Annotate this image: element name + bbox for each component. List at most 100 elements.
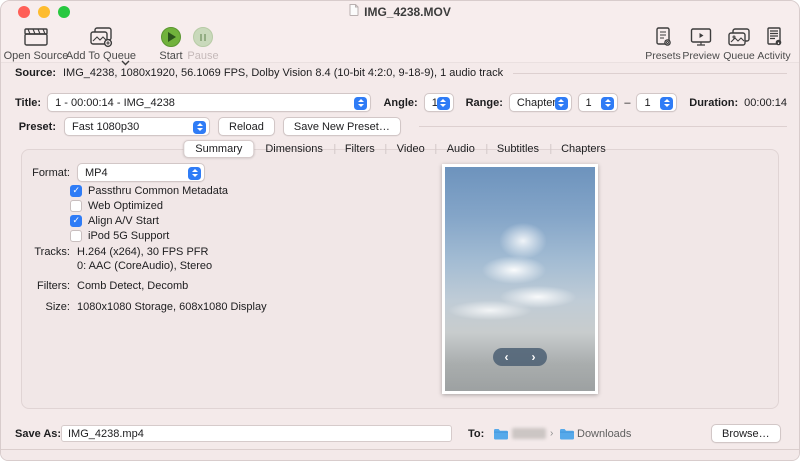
checkbox-icon[interactable] — [70, 215, 82, 227]
save-new-preset-button[interactable]: Save New Preset… — [283, 117, 401, 136]
checkbox-align-av-start[interactable]: Align A/V Start — [70, 213, 228, 228]
checkbox-icon[interactable] — [70, 230, 82, 242]
checkbox-icon[interactable] — [70, 185, 82, 197]
tab-filters[interactable]: Filters — [334, 140, 386, 158]
filters-label: Filters: — [22, 280, 70, 294]
checkbox-label: Align A/V Start — [88, 215, 159, 227]
size-row: Size: 1080x1080 Storage, 608x1080 Displa… — [22, 301, 267, 315]
title-popup-value: 1 - 00:00:14 - IMG_4238 — [55, 97, 175, 109]
source-label: Source: — [15, 67, 56, 79]
size-label: Size: — [22, 301, 70, 315]
format-row: Format: MP4 — [22, 163, 205, 182]
clapperboard-icon — [23, 25, 49, 49]
pause-label: Pause — [187, 50, 218, 62]
source-value: IMG_4238, 1080x1920, 56.1069 FPS, Dolby … — [63, 67, 503, 79]
popup-stepper-icon — [437, 97, 450, 110]
path-separator: › — [550, 428, 553, 439]
format-options: Passthru Common Metadata Web Optimized A… — [70, 183, 228, 243]
checkbox-passthru-metadata[interactable]: Passthru Common Metadata — [70, 183, 228, 198]
tab-video[interactable]: Video — [386, 140, 436, 158]
document-proxy-icon — [349, 3, 359, 21]
filters-row: Filters: Comb Detect, Decomb — [22, 280, 267, 294]
preview-thumbnail: ‹ › — [442, 164, 598, 394]
photo-stack-plus-icon — [88, 25, 114, 49]
open-source-button[interactable]: Open Source — [3, 25, 69, 62]
range-separator: – — [624, 97, 630, 109]
summary-panel: Format: MP4 Passthru Common Metadata Web… — [21, 149, 779, 409]
presets-label: Presets — [645, 50, 681, 62]
destination-bar: Save As: To: › Downloads Browse… — [1, 419, 799, 449]
checkbox-label: Web Optimized — [88, 200, 163, 212]
preview-button[interactable]: Preview — [679, 25, 723, 62]
popup-stepper-icon — [354, 97, 367, 110]
tab-summary[interactable]: Summary — [183, 140, 254, 158]
window-title: IMG_4238.MOV — [364, 5, 451, 19]
tracks-row: Tracks: H.264 (x264), 30 FPS PFR 0: AAC … — [22, 246, 267, 273]
format-popup[interactable]: MP4 — [77, 163, 205, 182]
status-strip — [1, 450, 799, 461]
range-from-popup[interactable]: 1 — [578, 93, 619, 112]
preview-label: Preview — [682, 50, 719, 62]
popup-stepper-icon — [188, 167, 201, 180]
activity-button[interactable]: Activity — [753, 25, 795, 62]
size-line1: 1080x1080 Storage, 608x1080 Display — [77, 301, 267, 315]
range-label: Range: — [466, 97, 503, 109]
format-popup-value: MP4 — [85, 167, 108, 179]
filters-line1: Comb Detect, Decomb — [77, 280, 188, 294]
preview-prev-button[interactable]: ‹ — [493, 349, 520, 366]
redacted-folder-name — [512, 428, 546, 439]
start-play-icon — [161, 25, 181, 49]
tab-dimensions[interactable]: Dimensions — [254, 140, 333, 158]
range-from-value: 1 — [586, 97, 592, 109]
duration-value: 00:00:14 — [744, 97, 787, 109]
presets-document-gear-icon — [653, 25, 673, 49]
preset-popup[interactable]: Fast 1080p30 — [64, 117, 210, 136]
checkbox-label: Passthru Common Metadata — [88, 185, 228, 197]
tab-audio[interactable]: Audio — [436, 140, 486, 158]
angle-popup[interactable]: 1 — [424, 93, 454, 112]
queue-label: Queue — [723, 50, 755, 62]
range-mode-popup[interactable]: Chapters — [509, 93, 572, 112]
preset-divider — [419, 126, 787, 127]
checkbox-ipod-5g-support[interactable]: iPod 5G Support — [70, 228, 228, 243]
checkbox-icon[interactable] — [70, 200, 82, 212]
title-popup[interactable]: 1 - 00:00:14 - IMG_4238 — [47, 93, 371, 112]
queue-photo-stack-icon — [726, 25, 752, 49]
source-row: Source: IMG_4238, 1080x1920, 56.1069 FPS… — [15, 67, 787, 79]
preview-image: ‹ › — [445, 167, 595, 391]
folder-icon — [559, 427, 574, 445]
activity-log-icon — [764, 25, 784, 49]
pause-button: Pause — [183, 25, 223, 62]
range-to-popup[interactable]: 1 — [636, 93, 677, 112]
tracks-label: Tracks: — [22, 246, 70, 273]
checkbox-label: iPod 5G Support — [88, 230, 169, 242]
folder-icon — [493, 427, 508, 445]
checkbox-web-optimized[interactable]: Web Optimized — [70, 198, 228, 213]
popup-stepper-icon — [555, 97, 568, 110]
summary-info: Tracks: H.264 (x264), 30 FPS PFR 0: AAC … — [22, 246, 267, 321]
start-label: Start — [159, 50, 182, 62]
activity-label: Activity — [757, 50, 790, 62]
range-to-value: 1 — [644, 97, 650, 109]
source-divider — [513, 73, 787, 74]
reload-button[interactable]: Reload — [218, 117, 275, 136]
popup-stepper-icon — [193, 121, 206, 134]
downloads-folder-label: Downloads — [577, 428, 631, 440]
preview-next-button[interactable]: › — [520, 349, 547, 366]
tab-subtitles[interactable]: Subtitles — [486, 140, 550, 158]
tracks-line2: 0: AAC (CoreAudio), Stereo — [77, 260, 212, 274]
browse-button[interactable]: Browse… — [711, 424, 781, 443]
tab-chapters[interactable]: Chapters — [550, 140, 617, 158]
save-as-input[interactable] — [61, 425, 452, 442]
pause-icon — [193, 25, 213, 49]
preview-monitor-icon — [689, 25, 713, 49]
to-label: To: — [468, 428, 484, 440]
preview-nav-pill: ‹ › — [493, 348, 547, 366]
tracks-line1: H.264 (x264), 30 FPS PFR — [77, 246, 212, 260]
format-label: Format: — [22, 167, 70, 179]
open-source-label: Open Source — [4, 50, 69, 62]
preset-popup-value: Fast 1080p30 — [72, 121, 139, 133]
angle-label: Angle: — [383, 97, 417, 109]
preset-row: Preset: Fast 1080p30 Reload Save New Pre… — [15, 117, 787, 136]
duration-label: Duration: — [689, 97, 738, 109]
